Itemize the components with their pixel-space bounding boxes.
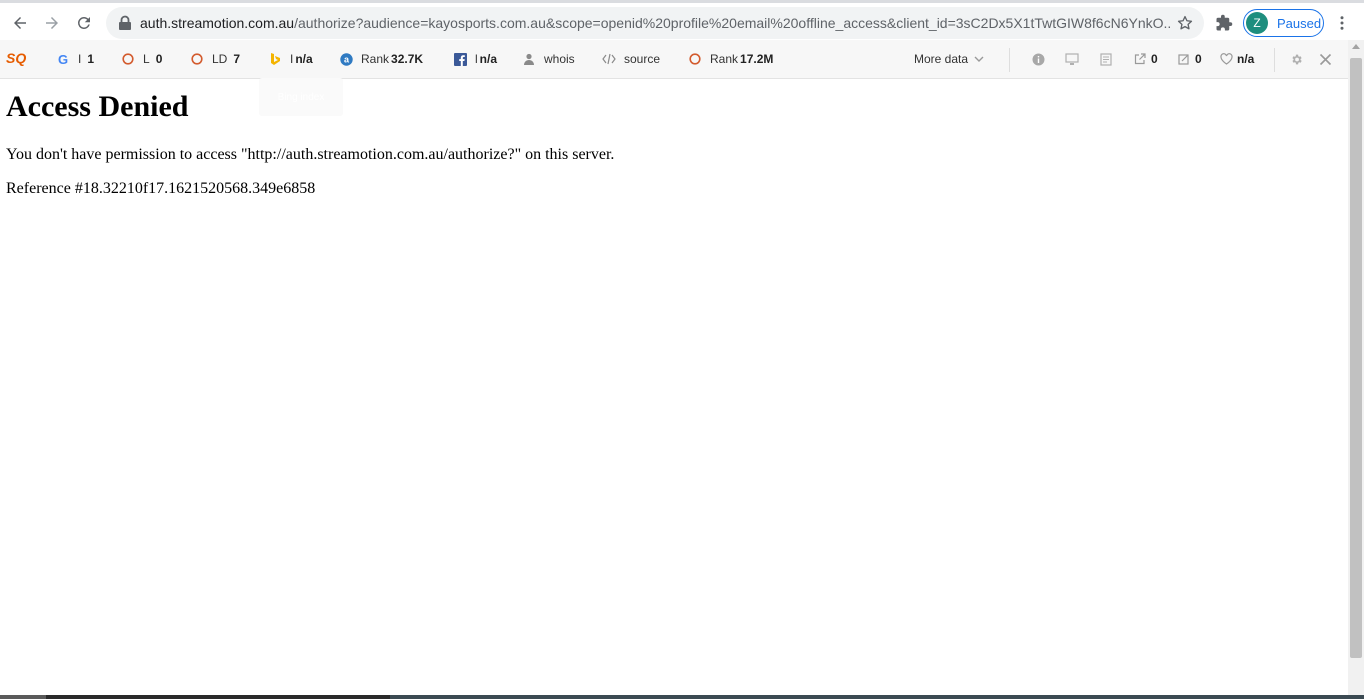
bing-icon xyxy=(268,52,282,66)
arrow-left-icon xyxy=(14,17,26,29)
seo-value: n/a xyxy=(295,52,313,66)
back-button[interactable] xyxy=(6,9,34,37)
external-link-icon xyxy=(1133,52,1147,66)
seo-source[interactable]: source xyxy=(602,51,660,67)
seoquake-logo[interactable]: SQ xyxy=(6,50,26,66)
seo-value: 17.2M xyxy=(740,52,774,66)
google-icon: G xyxy=(57,51,69,67)
seo-value: 1 xyxy=(87,52,95,66)
chevron-down-icon xyxy=(974,56,984,63)
external-links-count[interactable]: 0 xyxy=(1133,51,1158,67)
facebook-icon xyxy=(453,52,467,66)
alexa-icon: a xyxy=(339,52,353,66)
seo-label: Rank xyxy=(361,52,390,66)
vertical-scrollbar[interactable] xyxy=(1348,40,1364,699)
reload-icon xyxy=(77,16,90,29)
address-bar[interactable]: auth.streamotion.com.au/authorize?audien… xyxy=(106,7,1204,39)
taskbar-segment xyxy=(390,695,1364,699)
whois-icon xyxy=(522,52,536,66)
seo-label: L xyxy=(143,52,150,66)
page-title: Access Denied xyxy=(6,90,189,123)
seo-bing-index[interactable]: I n/a xyxy=(268,51,313,67)
seo-whois[interactable]: whois xyxy=(522,51,575,67)
seo-label: l xyxy=(475,52,478,66)
seo-alexa-rank[interactable]: a Rank 32.7K xyxy=(339,51,423,67)
seo-facebook-likes[interactable]: l n/a xyxy=(453,51,497,67)
page-health-indicator[interactable]: n/a xyxy=(1219,51,1254,67)
seo-label: whois xyxy=(544,52,575,66)
profile-status: Paused xyxy=(1277,15,1322,31)
page-content: Access Denied You don't have permission … xyxy=(6,80,1336,197)
seo-value: n/a xyxy=(479,52,498,66)
url-host: auth.streamotion.com.au xyxy=(140,15,295,31)
seo-value: 0 xyxy=(1195,52,1202,66)
browser-toolbar: auth.streamotion.com.au/authorize?audien… xyxy=(0,0,1364,40)
extensions-button[interactable] xyxy=(1210,9,1238,37)
report-button[interactable] xyxy=(1099,51,1121,67)
seo-value: 0 xyxy=(1151,52,1158,66)
bookmark-star-icon[interactable] xyxy=(1176,14,1194,32)
seoquake-settings-button[interactable] xyxy=(1289,51,1311,67)
scroll-thumb[interactable] xyxy=(1350,58,1362,658)
chrome-menu-button[interactable] xyxy=(1328,9,1356,37)
semrush-icon xyxy=(121,52,135,66)
page-info-button[interactable] xyxy=(1031,51,1053,67)
seo-label: I xyxy=(290,52,294,66)
heart-icon xyxy=(1219,52,1233,66)
document-icon xyxy=(1099,52,1113,66)
profile-button[interactable]: Z Paused xyxy=(1243,9,1324,37)
edit-link-icon xyxy=(1177,52,1191,66)
scroll-up-arrow-icon[interactable] xyxy=(1352,44,1360,49)
gear-icon xyxy=(1289,52,1303,66)
seo-label: LD xyxy=(212,52,228,66)
taskbar-edge xyxy=(0,695,1364,699)
avatar: Z xyxy=(1246,12,1268,34)
seo-semrush-rank[interactable]: Rank 17.2M xyxy=(688,51,773,67)
semrush-icon xyxy=(190,52,204,66)
seo-value: 32.7K xyxy=(391,52,424,66)
source-code-icon xyxy=(602,52,616,66)
seo-semrush-links[interactable]: L 0 xyxy=(121,51,162,67)
more-data-label: More data xyxy=(914,52,969,66)
seoquake-logo-text: SQ xyxy=(6,50,27,66)
reference-id: Reference #18.32210f17.1621520568.349e68… xyxy=(6,180,316,197)
semrush-icon xyxy=(688,52,702,66)
seo-value: 0 xyxy=(155,52,163,66)
reload-button[interactable] xyxy=(70,9,98,37)
lock-icon xyxy=(119,15,131,30)
error-message: You don't have permission to access "htt… xyxy=(6,146,615,163)
arrow-right-icon xyxy=(46,17,58,29)
seo-google-index[interactable]: G I 1 xyxy=(56,51,94,67)
more-data-dropdown[interactable]: More data xyxy=(914,51,984,67)
seo-semrush-link-domains[interactable]: LD 7 xyxy=(190,51,240,67)
monitor-icon xyxy=(1065,52,1079,66)
seoquake-bar: SQ G I 1 L 0 LD 7 I n/a a Rank 32.7K l n… xyxy=(0,40,1348,79)
info-icon xyxy=(1031,52,1045,66)
url-text[interactable]: auth.streamotion.com.au/authorize?audien… xyxy=(140,15,1170,33)
seo-label: source xyxy=(624,52,661,66)
seo-value: 7 xyxy=(233,52,241,66)
more-vert-icon xyxy=(1340,16,1344,30)
seo-value: n/a xyxy=(1237,52,1255,66)
divider xyxy=(1274,48,1275,72)
puzzle-icon xyxy=(1216,14,1233,31)
seo-label: Rank xyxy=(710,52,739,66)
taskbar-segment xyxy=(0,695,46,699)
url-path: /authorize?audience=kayosports.com.au&sc… xyxy=(294,15,1170,31)
close-icon xyxy=(1318,52,1332,66)
density-button[interactable] xyxy=(1065,51,1087,67)
seoquake-close-button[interactable] xyxy=(1318,51,1340,67)
seo-label: I xyxy=(78,52,82,66)
divider xyxy=(1009,48,1010,72)
forward-button[interactable] xyxy=(38,9,66,37)
internal-links-count[interactable]: 0 xyxy=(1177,51,1202,67)
